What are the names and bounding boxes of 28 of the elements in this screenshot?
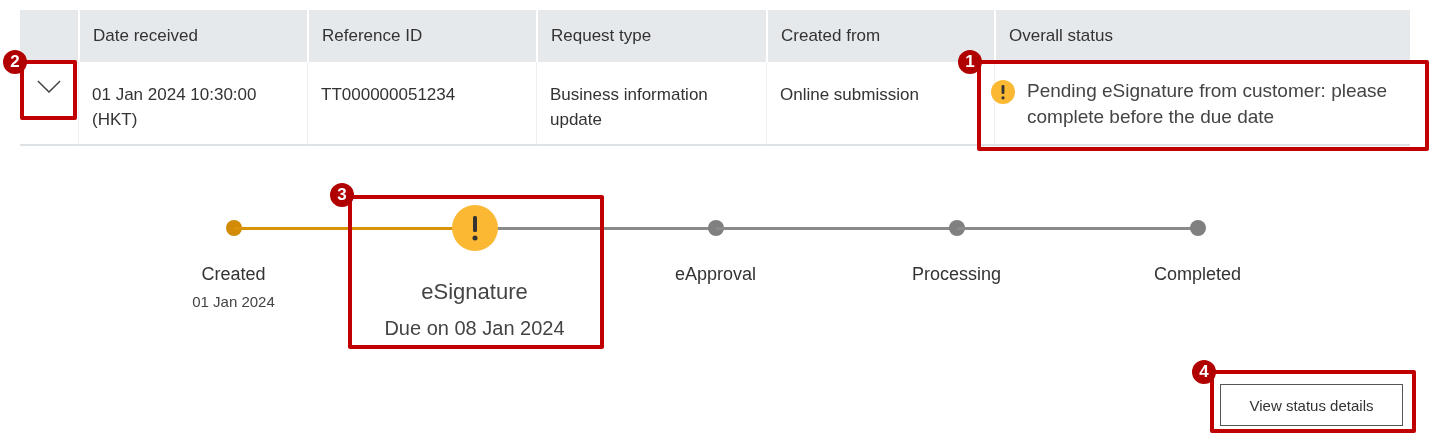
column-header: Reference ID [307, 10, 536, 62]
step-dot [1189, 220, 1206, 236]
table-cell-text: Online submission [780, 84, 919, 106]
step-label: Completed [1153, 264, 1241, 285]
warning-icon [991, 80, 1015, 104]
view-status-details-button[interactable]: View status details [1220, 384, 1403, 426]
column-header: Date received [78, 10, 307, 62]
step-label: eApproval [674, 264, 757, 285]
step-date: 01 Jan 2024 [192, 293, 275, 310]
status-text: Pending eSignature from customer: please complete before the due date [1027, 79, 1389, 129]
callout-badge: 2 [3, 50, 27, 74]
table-cell-text: TT000000051234 [321, 84, 456, 106]
step-label: eSignature [421, 279, 528, 305]
table-cell-text: 01 Jan 2024 10:30:00 (HKT) [92, 84, 258, 131]
step-dot [225, 220, 242, 236]
callout-badge: 4 [1192, 360, 1216, 384]
step-label: Processing [911, 264, 1001, 285]
step-label: Created [201, 264, 266, 285]
chevron-down-icon[interactable] [37, 80, 61, 93]
table-cell-text: Business information update [550, 84, 709, 131]
step-dot [948, 220, 965, 236]
header-cell [20, 10, 78, 62]
warning-icon [451, 205, 498, 251]
column-header: Overall status [994, 10, 1410, 62]
step-dot [707, 220, 724, 236]
column-header: Request type [536, 10, 766, 62]
step-date: Due on 08 Jan 2024 [384, 317, 565, 340]
callout-badge: 3 [330, 183, 354, 207]
